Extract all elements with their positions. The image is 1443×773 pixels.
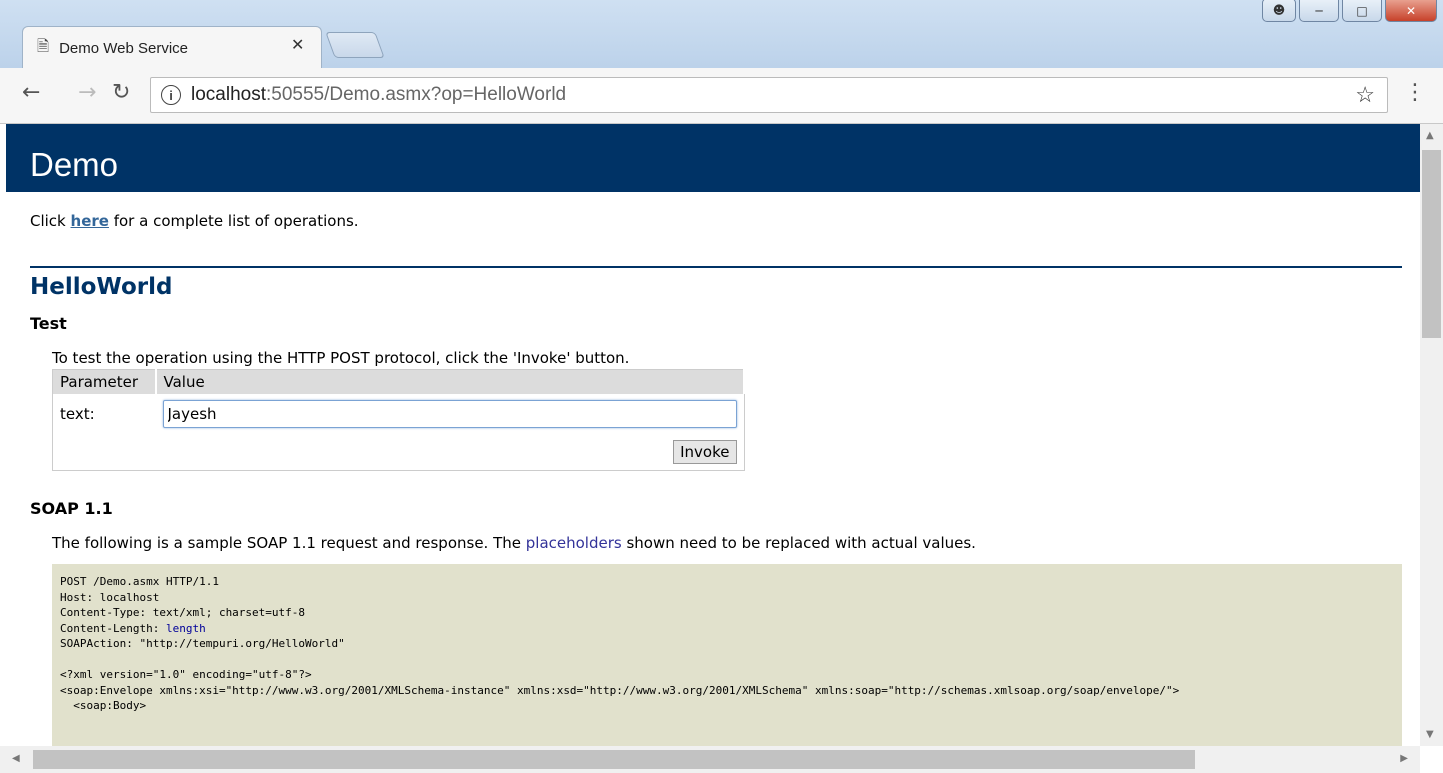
- scroll-up-icon[interactable]: ▲: [1426, 130, 1434, 141]
- browser-titlebar: ☻ ─ □ ✕ 🗎 Demo Web Service ✕: [0, 0, 1443, 68]
- code-line: <soap:Envelope xmlns:xsi="http://www.w3.…: [60, 683, 1180, 697]
- test-form-table: Parameter Value text: Invoke: [52, 369, 745, 471]
- browser-tab[interactable]: 🗎 Demo Web Service ✕: [22, 26, 322, 68]
- tab-title: Demo Web Service: [59, 40, 188, 57]
- browser-toolbar: ← → ↻ i localhost:50555/Demo.asmx?op=Hel…: [0, 68, 1443, 124]
- horizontal-scroll-thumb[interactable]: [33, 750, 1195, 769]
- intro-text: Click here for a complete list of operat…: [30, 212, 1402, 230]
- close-tab-icon[interactable]: ✕: [291, 35, 304, 54]
- star-icon[interactable]: ☆: [1355, 82, 1375, 108]
- code-line: <soap:Body>: [60, 699, 147, 712]
- param-label: text:: [60, 405, 95, 423]
- page-title: Demo: [6, 124, 1420, 192]
- operations-list-link[interactable]: here: [71, 212, 109, 230]
- scroll-right-icon[interactable]: ▶: [1400, 753, 1408, 764]
- vertical-scroll-thumb[interactable]: [1422, 150, 1441, 338]
- vertical-scrollbar[interactable]: ▲ ▼: [1420, 124, 1443, 746]
- page-viewport: Demo Click here for a complete list of o…: [6, 124, 1420, 746]
- page-icon: 🗎: [37, 37, 50, 55]
- soap11-description: The following is a sample SOAP 1.1 reque…: [52, 534, 1402, 552]
- window-controls: ☻ ─ □ ✕: [1262, 0, 1437, 22]
- code-line: SOAPAction: "http://tempuri.org/HelloWor…: [60, 637, 345, 650]
- text-param-input[interactable]: [162, 400, 737, 428]
- user-icon[interactable]: ☻: [1262, 0, 1296, 22]
- maximize-button[interactable]: □: [1342, 0, 1382, 22]
- operation-heading: HelloWorld: [30, 266, 1402, 300]
- info-icon[interactable]: i: [161, 85, 181, 105]
- length-placeholder: length: [165, 621, 206, 635]
- back-arrow-icon[interactable]: ←: [22, 80, 40, 105]
- scroll-down-icon[interactable]: ▼: [1426, 729, 1434, 740]
- column-header-value: Value: [155, 369, 745, 394]
- test-heading: Test: [30, 314, 67, 333]
- new-tab-button[interactable]: [325, 32, 385, 58]
- intro-suffix: for a complete list of operations.: [108, 212, 359, 230]
- test-description: To test the operation using the HTTP POS…: [52, 349, 630, 367]
- forward-arrow-icon[interactable]: →: [78, 80, 96, 105]
- code-line: <?xml version="1.0" encoding="utf-8"?>: [60, 668, 312, 681]
- kebab-menu-icon[interactable]: ⋮: [1404, 80, 1426, 105]
- url-host: localhost: [191, 84, 266, 105]
- code-line: Content-Type: text/xml; charset=utf-8: [60, 606, 306, 619]
- minimize-button[interactable]: ─: [1299, 0, 1339, 22]
- placeholders-text: placeholders: [525, 534, 622, 552]
- code-line: Content-Length:: [60, 621, 166, 635]
- code-line: Host: localhost: [60, 590, 160, 604]
- soap11-desc-suffix: shown need to be replaced with actual va…: [621, 534, 976, 552]
- column-header-parameter: Parameter: [52, 369, 157, 394]
- soap11-desc-prefix: The following is a sample SOAP 1.1 reque…: [52, 534, 526, 552]
- address-bar[interactable]: i localhost:50555/Demo.asmx?op=HelloWorl…: [150, 77, 1388, 113]
- url-path: :50555/Demo.asmx?op=HelloWorld: [266, 84, 567, 105]
- invoke-button[interactable]: Invoke: [673, 440, 737, 464]
- code-line: POST /Demo.asmx HTTP/1.1: [60, 575, 219, 588]
- scroll-left-icon[interactable]: ◀: [12, 753, 20, 764]
- soap11-request-sample: POST /Demo.asmx HTTP/1.1 Host: localhost…: [52, 564, 1402, 746]
- close-window-button[interactable]: ✕: [1385, 0, 1437, 22]
- soap11-heading: SOAP 1.1: [30, 499, 113, 518]
- intro-prefix: Click: [30, 212, 71, 230]
- horizontal-scrollbar[interactable]: ◀ ▶: [0, 746, 1420, 773]
- reload-icon[interactable]: ↻: [112, 80, 130, 105]
- page-content: Click here for a complete list of operat…: [6, 192, 1420, 746]
